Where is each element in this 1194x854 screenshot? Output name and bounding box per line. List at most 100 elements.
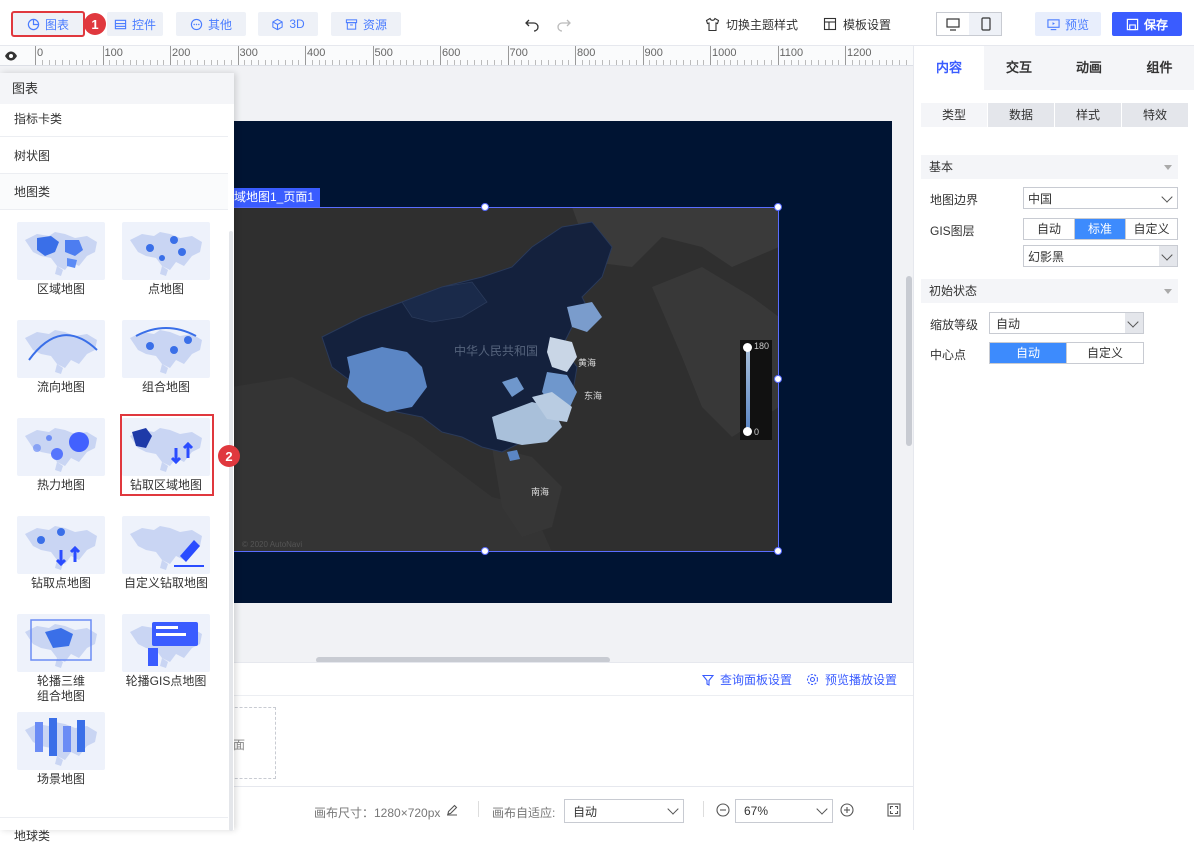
other-tab-button[interactable]: 其他	[176, 12, 246, 36]
eye-icon[interactable]	[4, 50, 18, 65]
ruler-minor-tick	[210, 60, 212, 65]
chart-item-combo[interactable]: 组合地图	[122, 320, 226, 416]
chart-item-label: 轮播GIS点地图	[125, 674, 207, 688]
redo-icon	[557, 19, 571, 32]
ruler-minor-tick	[831, 60, 833, 65]
combo-thumbnail-icon	[122, 320, 210, 378]
fullscreen-icon[interactable]	[887, 803, 901, 817]
resource-tab-button[interactable]: 资源	[331, 12, 401, 36]
canvas-fit-select[interactable]: 自动	[564, 799, 684, 823]
resize-handle-bottom[interactable]	[481, 547, 489, 555]
zoom-out-icon[interactable]	[716, 803, 730, 817]
gis-option-auto[interactable]: 自动	[1024, 219, 1075, 239]
filter-icon	[702, 674, 714, 686]
ruler-minor-tick	[62, 60, 63, 65]
subtab-effects[interactable]: 特效	[1122, 103, 1188, 127]
category-map[interactable]: 地图类	[0, 174, 228, 210]
chart-library-scrollbar[interactable]	[229, 231, 233, 831]
ruler-minor-tick	[635, 60, 637, 65]
tab-interaction[interactable]: 交互	[984, 46, 1054, 90]
ruler-major-tick	[440, 46, 441, 65]
chart-item-point[interactable]: 点地图	[122, 222, 226, 318]
switch-theme-button[interactable]: 切换主题样式	[705, 12, 798, 36]
ruler-minor-tick	[467, 60, 468, 65]
gis-option-custom[interactable]: 自定义	[1126, 219, 1177, 239]
ruler-label: 200	[172, 47, 191, 59]
subtab-style[interactable]: 样式	[1055, 103, 1121, 127]
ruler-major-tick	[710, 46, 711, 65]
device-toggle	[936, 12, 1002, 36]
ruler-minor-tick	[453, 60, 455, 65]
canvas-vertical-scrollbar[interactable]	[905, 66, 913, 662]
section-initial-state[interactable]: 初始状态	[921, 279, 1178, 303]
preview-play-settings-button[interactable]: 预览播放设置	[806, 671, 897, 688]
ruler-minor-tick	[615, 60, 617, 65]
status-divider	[478, 801, 479, 817]
tab-content[interactable]: 内容	[914, 46, 984, 90]
chart-item-carouselgis[interactable]: 轮播GIS点地图	[122, 614, 226, 710]
zoom-select[interactable]: 67%	[735, 799, 833, 823]
center-option-auto[interactable]: 自动	[990, 343, 1067, 363]
3d-tab-button[interactable]: 3D	[258, 12, 318, 36]
chart-item-carousel3d[interactable]: 轮播三维 组合地图	[17, 614, 121, 710]
chart-item-scene[interactable]: 场景地图	[17, 712, 121, 808]
page-thumbnail[interactable]: 面	[230, 707, 276, 779]
chart-item-heat[interactable]: 热力地图	[17, 418, 121, 514]
chart-tab-button[interactable]: 图表	[11, 11, 85, 37]
subtab-type[interactable]: 类型	[921, 103, 987, 127]
gis-style-select[interactable]: 幻影黑	[1023, 245, 1178, 267]
resize-handle-top-right[interactable]	[774, 203, 782, 211]
category-tree[interactable]: 树状图	[0, 138, 228, 174]
controls-tab-button[interactable]: 控件	[107, 12, 163, 36]
query-panel-settings-button[interactable]: 查询面板设置	[702, 671, 792, 688]
map-border-select[interactable]: 中国	[1023, 187, 1178, 209]
gis-option-standard[interactable]: 标准	[1075, 219, 1126, 239]
ruler-label: 800	[577, 47, 596, 59]
center-option-custom[interactable]: 自定义	[1067, 343, 1143, 363]
ruler-minor-tick	[548, 60, 549, 65]
chart-item-flow[interactable]: 流向地图	[17, 320, 121, 416]
resize-handle-bottom-right[interactable]	[774, 547, 782, 555]
mobile-view-button[interactable]	[970, 13, 1002, 35]
chart-item-drillpoint[interactable]: 钻取点地图	[17, 516, 121, 612]
ruler-minor-tick	[365, 60, 367, 65]
undo-button[interactable]	[524, 12, 540, 36]
save-button[interactable]: 保存	[1112, 12, 1182, 36]
other-icon	[190, 18, 203, 30]
ruler-minor-tick	[143, 60, 144, 65]
category-indicator-cards[interactable]: 指标卡类	[0, 101, 228, 137]
ruler-minor-tick	[116, 60, 117, 65]
ruler-minor-tick	[514, 60, 516, 65]
ruler-minor-tick	[750, 60, 752, 65]
chart-item-custom[interactable]: 自定义钻取地图	[122, 516, 226, 612]
ruler-major-tick	[305, 46, 306, 65]
zoom-in-icon[interactable]	[840, 803, 854, 817]
ruler-minor-tick	[608, 60, 610, 65]
edit-pencil-icon[interactable]	[446, 804, 458, 816]
chart-item-region[interactable]: 区域地图	[17, 222, 121, 318]
subtab-data[interactable]: 数据	[988, 103, 1054, 127]
resize-handle-right[interactable]	[774, 375, 782, 383]
ruler-minor-tick	[446, 60, 448, 65]
ruler-minor-tick	[122, 60, 124, 65]
category-globe[interactable]: 地球类	[0, 817, 228, 853]
desktop-view-button[interactable]	[937, 13, 969, 35]
widget-selection-frame[interactable]	[232, 207, 779, 552]
page-strip: 查询面板设置 预览播放设置 面	[230, 662, 913, 786]
ruler-minor-tick	[730, 60, 732, 65]
ruler-minor-tick	[68, 60, 70, 65]
template-settings-button[interactable]: 模板设置	[823, 12, 891, 36]
ruler-minor-tick	[500, 60, 502, 65]
monitor-icon	[946, 17, 960, 31]
redo-button[interactable]	[556, 12, 572, 36]
ruler-minor-tick	[561, 60, 563, 65]
section-basic[interactable]: 基本	[921, 155, 1178, 179]
preview-button[interactable]: 预览	[1035, 12, 1101, 36]
ruler-minor-tick	[230, 60, 232, 65]
resize-handle-top[interactable]	[481, 203, 489, 211]
chart-tab-label: 图表	[44, 17, 69, 32]
canvas-fit-label: 画布自适应:	[492, 806, 556, 820]
zoom-level-select[interactable]: 自动	[989, 312, 1144, 334]
tab-animation[interactable]: 动画	[1054, 46, 1124, 90]
tab-component[interactable]: 组件	[1124, 46, 1194, 90]
